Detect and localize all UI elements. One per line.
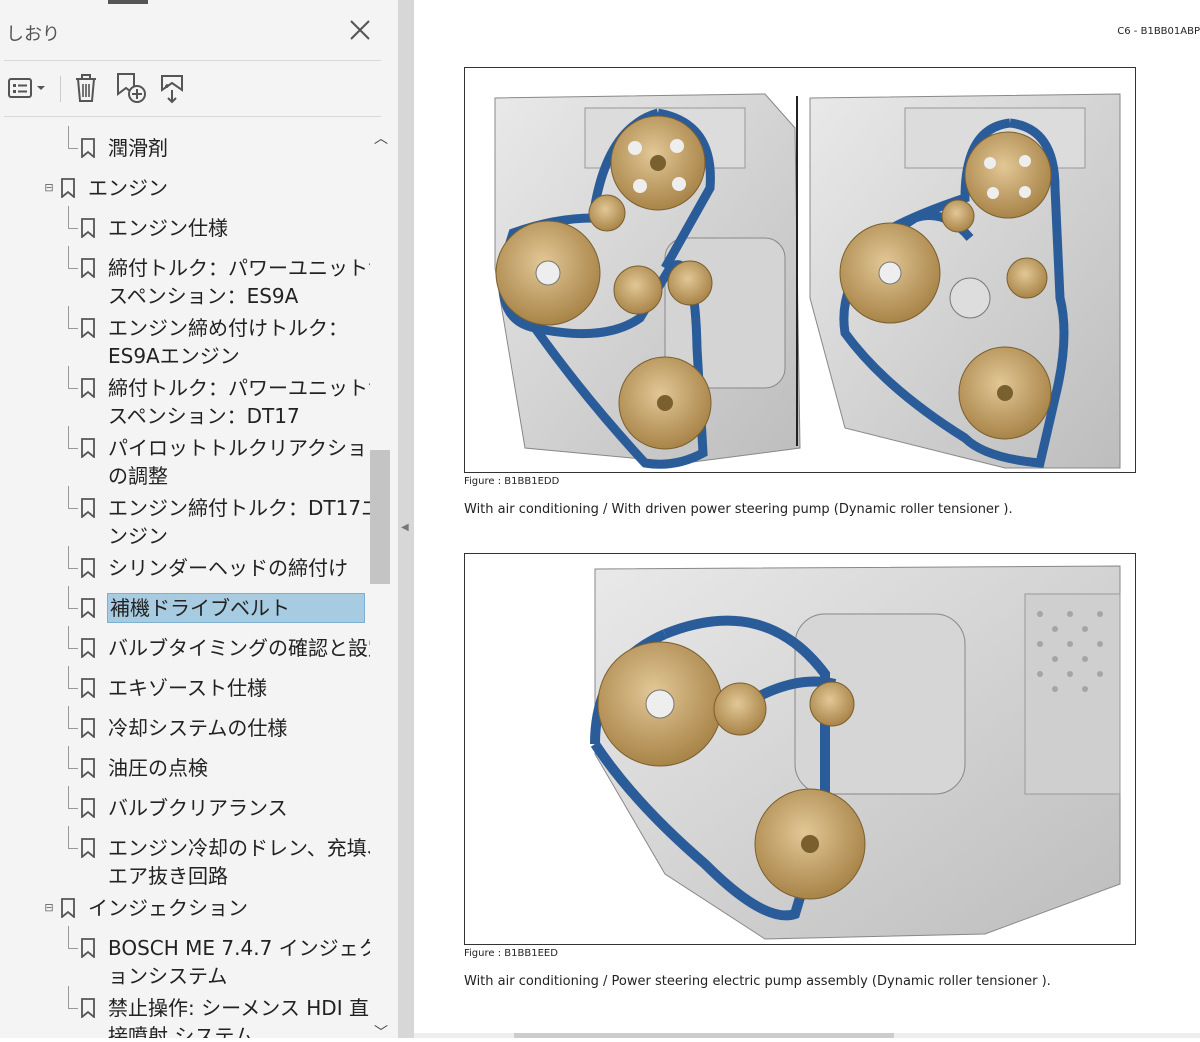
scroll-down-icon[interactable]: ﹀ bbox=[374, 1022, 388, 1042]
delete-bookmark-button[interactable] bbox=[70, 70, 102, 106]
bookmark-item[interactable]: 潤滑剤 bbox=[0, 126, 370, 162]
bookmark-item[interactable]: 締付トルク：パワーユニットサ スペンション：ES9A bbox=[0, 246, 370, 310]
bookmark-item[interactable]: 締付トルク：パワーユニットサ スペンション：DT17 bbox=[0, 366, 370, 430]
bookmark-label: エンジン締付トルク：DT17エ ンジン bbox=[108, 496, 370, 548]
bookmark-label: シリンダーヘッドの締付け bbox=[108, 556, 348, 580]
bookmark-item[interactable]: パイロットトルクリアクションロッド の調整 bbox=[0, 426, 370, 490]
bookmark-icon bbox=[80, 138, 96, 159]
bookmark-label: 潤滑剤 bbox=[108, 136, 168, 160]
options-menu-button[interactable] bbox=[6, 70, 48, 106]
bookmark-item[interactable]: エンジン締め付けトルク： ES9Aエンジン bbox=[0, 306, 370, 370]
bookmark-icon bbox=[80, 718, 96, 739]
bookmark-label: 油圧の点検 bbox=[108, 756, 208, 780]
bookmark-icon bbox=[60, 898, 76, 919]
figure-belt-diagram-2 bbox=[464, 553, 1136, 945]
bookmark-label: エンジン冷却のドレン、充填、 エア抜き回路 bbox=[108, 836, 370, 888]
bookmark-add-icon bbox=[117, 73, 146, 103]
bookmark-item[interactable]: エンジン締付トルク：DT17エ ンジン bbox=[0, 486, 370, 550]
list-options-icon bbox=[8, 78, 45, 98]
scrollbar-thumb[interactable] bbox=[370, 450, 390, 584]
expand-bookmark-button[interactable] bbox=[154, 70, 190, 106]
scrollbar-thumb[interactable] bbox=[514, 1033, 894, 1038]
bookmark-label: 冷却システムの仕様 bbox=[108, 716, 288, 740]
close-panel-button[interactable] bbox=[346, 16, 374, 44]
bookmark-item[interactable]: 補機ドライブベルト bbox=[0, 586, 370, 623]
toolbar-separator bbox=[60, 76, 61, 102]
divider bbox=[4, 60, 381, 61]
bookmark-label: エキゾースト仕様 bbox=[108, 676, 267, 700]
bookmark-label: エンジン仕様 bbox=[108, 216, 228, 240]
figure-label: Figure : B1BB1EDD bbox=[464, 476, 560, 487]
bookmark-label: バルブクリアランス bbox=[108, 796, 288, 820]
collapse-toggle-icon[interactable]: ⊟ bbox=[44, 902, 54, 914]
bookmark-icon bbox=[80, 798, 96, 819]
panel-tab-indicator bbox=[0, 0, 398, 4]
bookmarks-toolbar bbox=[0, 64, 398, 112]
bookmark-icon bbox=[80, 258, 96, 279]
bookmark-icon bbox=[80, 638, 96, 659]
figure-belt-diagram-1 bbox=[464, 67, 1136, 473]
bookmark-label: インジェクション bbox=[88, 896, 248, 920]
bookmarks-panel: しおり 潤滑剤 ⊟ エンジン エンジン仕様 締付トルク：パワーユニットサ スペン… bbox=[0, 0, 398, 1041]
bookmark-label: エンジン締め付けトルク： ES9Aエンジン bbox=[108, 316, 348, 368]
document-code: C6 - B1BB01ABP bbox=[1117, 26, 1200, 37]
bookmark-item[interactable]: ⊟ エンジン bbox=[0, 174, 370, 202]
bookmark-item[interactable]: エンジン仕様 bbox=[0, 206, 370, 242]
bookmark-item[interactable]: 禁止操作: シーメンス HDI 直 接噴射 システム bbox=[0, 986, 370, 1038]
bookmark-item[interactable]: エキゾースト仕様 bbox=[0, 666, 370, 702]
horizontal-scrollbar[interactable] bbox=[414, 1033, 1200, 1038]
divider bbox=[4, 116, 381, 117]
bookmark-icon bbox=[80, 838, 96, 859]
bookmark-icon bbox=[80, 938, 96, 959]
trash-icon bbox=[76, 74, 96, 102]
close-icon bbox=[350, 20, 370, 40]
bookmark-icon bbox=[80, 498, 96, 519]
bookmark-icon bbox=[80, 678, 96, 699]
bookmark-label: パイロットトルクリアクションロッド の調整 bbox=[108, 436, 370, 488]
bookmark-tree: 潤滑剤 ⊟ エンジンエンジン仕様締付トルク：パワーユニットサ スペンション：ES9A… bbox=[0, 118, 370, 1038]
engine-belt-illustration bbox=[590, 565, 1121, 940]
bookmark-item[interactable]: エンジン冷却のドレン、充填、 エア抜き回路 bbox=[0, 826, 370, 890]
bookmark-item[interactable]: バルブタイミングの確認と設定 bbox=[0, 626, 370, 662]
bookmark-icon bbox=[80, 998, 96, 1019]
panel-splitter[interactable]: ◀ bbox=[398, 0, 414, 1038]
bookmark-item[interactable]: BOSCH ME 7.4.7 インジェクシ ョンシステム bbox=[0, 926, 370, 990]
bookmark-label: 補機ドライブベルト bbox=[107, 593, 365, 623]
bookmark-label: エンジン bbox=[88, 176, 168, 200]
bookmark-item[interactable]: シリンダーヘッドの締付け bbox=[0, 546, 370, 582]
bookmark-label: 締付トルク：パワーユニットサ スペンション：ES9A bbox=[108, 256, 370, 308]
bookmark-item[interactable]: 油圧の点検 bbox=[0, 746, 370, 782]
collapse-panel-icon[interactable]: ◀ bbox=[401, 522, 409, 533]
bookmark-scrollbar[interactable]: ︿ ﹀ bbox=[370, 126, 390, 1041]
figure-caption: With air conditioning / With driven powe… bbox=[464, 502, 1013, 517]
bookmark-label: BOSCH ME 7.4.7 インジェクシ ョンシステム bbox=[108, 936, 370, 988]
figure-label: Figure : B1BB1EED bbox=[464, 948, 558, 959]
bookmark-label: バルブタイミングの確認と設定 bbox=[108, 636, 370, 660]
bookmark-expand-icon bbox=[161, 75, 183, 104]
scroll-up-icon[interactable]: ︿ bbox=[374, 128, 388, 148]
bookmark-icon bbox=[80, 218, 96, 239]
bookmark-label: 禁止操作: シーメンス HDI 直 接噴射 システム bbox=[108, 996, 369, 1038]
figure-caption: With air conditioning / Power steering e… bbox=[464, 974, 1051, 989]
engine-belt-illustration bbox=[494, 93, 1121, 469]
bookmark-label: 締付トルク：パワーユニットサ スペンション：DT17 bbox=[108, 376, 370, 428]
bookmark-icon bbox=[80, 758, 96, 779]
bookmark-item[interactable]: 冷却システムの仕様 bbox=[0, 706, 370, 742]
collapse-toggle-icon[interactable]: ⊟ bbox=[44, 182, 54, 194]
bookmark-item[interactable]: ⊟ インジェクション bbox=[0, 894, 370, 922]
bookmark-icon bbox=[80, 318, 96, 339]
bookmark-icon bbox=[80, 558, 96, 579]
new-bookmark-button[interactable] bbox=[112, 70, 148, 106]
bookmark-icon bbox=[80, 598, 96, 619]
document-page: C6 - B1BB01ABP Figure: B1BB1EDD With ai… bbox=[414, 0, 1200, 1038]
bookmark-item[interactable]: バルブクリアランス bbox=[0, 786, 370, 822]
bookmark-icon bbox=[80, 438, 96, 459]
bookmark-icon bbox=[80, 378, 96, 399]
panel-title: しおり bbox=[6, 24, 60, 45]
bookmark-icon bbox=[60, 178, 76, 199]
